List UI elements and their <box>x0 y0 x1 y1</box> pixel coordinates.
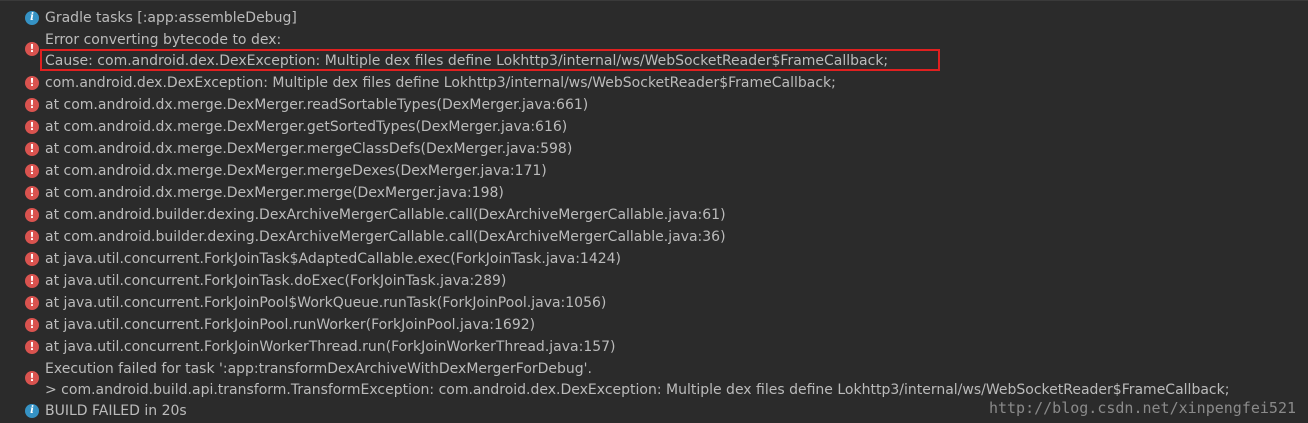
error-icon: ! <box>25 340 39 354</box>
message-text: at com.android.dx.merge.DexMerger.getSor… <box>45 119 568 135</box>
message-text: at java.util.concurrent.ForkJoinPool.run… <box>45 317 536 333</box>
error-icon: ! <box>25 186 39 200</box>
error-icon: ! <box>25 318 39 332</box>
error-icon: ! <box>25 208 39 222</box>
message-text: > com.android.build.api.transform.Transf… <box>45 382 1230 398</box>
gradle-messages-panel: i Gradle tasks [:app:assembleDebug] ! Er… <box>0 0 1308 423</box>
error-icon: ! <box>25 120 39 134</box>
message-text: Error converting bytecode to dex: <box>45 32 282 48</box>
error-icon: ! <box>25 252 39 266</box>
watermark-text: http://blog.csdn.net/xinpengfei521 <box>988 399 1296 417</box>
message-text: at com.android.dx.merge.DexMerger.readSo… <box>45 97 589 113</box>
error-icon: ! <box>25 230 39 244</box>
message-text: BUILD FAILED in 20s <box>45 403 187 419</box>
error-icon: ! <box>25 274 39 288</box>
error-icon: ! <box>25 42 39 56</box>
error-icon: ! <box>25 371 39 385</box>
message-text: at java.util.concurrent.ForkJoinWorkerTh… <box>45 339 616 355</box>
message-text: at com.android.dx.merge.DexMerger.mergeC… <box>45 141 573 157</box>
message-text: at java.util.concurrent.ForkJoinTask$Ada… <box>45 251 622 267</box>
message-text: at com.android.builder.dexing.DexArchive… <box>45 207 726 223</box>
message-text: at java.util.concurrent.ForkJoinPool$Wor… <box>45 295 607 311</box>
message-text: at java.util.concurrent.ForkJoinTask.doE… <box>45 273 507 289</box>
error-icon: ! <box>25 296 39 310</box>
message-text: Gradle tasks [:app:assembleDebug] <box>45 10 297 26</box>
message-text: at com.android.builder.dexing.DexArchive… <box>45 229 726 245</box>
message-text: at com.android.dx.merge.DexMerger.mergeD… <box>45 163 547 179</box>
message-text: at com.android.dx.merge.DexMerger.merge(… <box>45 185 504 201</box>
info-icon: i <box>25 11 39 25</box>
message-text: Execution failed for task ':app:transfor… <box>45 361 592 377</box>
message-text: com.android.dex.DexException: Multiple d… <box>45 75 836 91</box>
error-icon: ! <box>25 76 39 90</box>
highlight-annotation-box <box>40 49 940 71</box>
error-icon: ! <box>25 164 39 178</box>
info-icon: i <box>25 404 39 418</box>
error-icon: ! <box>25 142 39 156</box>
error-icon: ! <box>25 98 39 112</box>
